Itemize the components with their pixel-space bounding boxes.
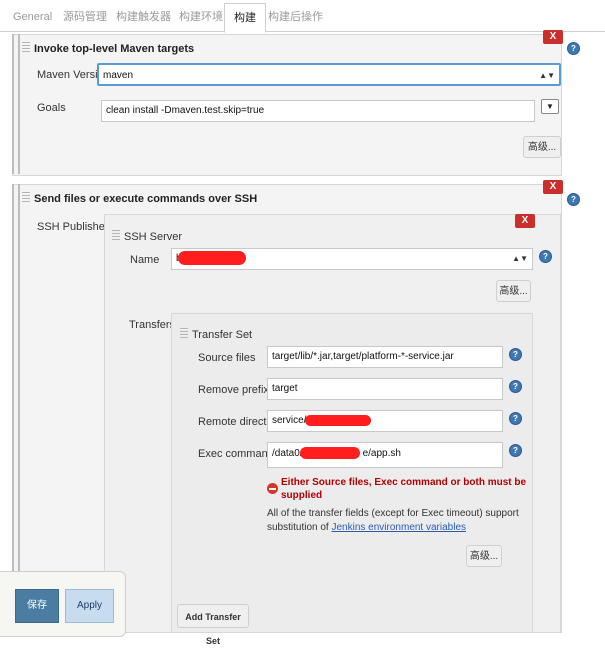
ssh-step-title: Send files or execute commands over SSH bbox=[34, 193, 258, 205]
goals-input[interactable]: clean install -Dmaven.test.skip=true bbox=[101, 100, 535, 122]
transfer-set-title: Transfer Set bbox=[192, 329, 253, 341]
section-bar bbox=[12, 184, 20, 631]
remote-directory-input[interactable]: service/platfo bbox=[267, 410, 503, 432]
ssh-server-title: SSH Server bbox=[124, 231, 183, 243]
drag-handle-icon[interactable] bbox=[112, 230, 120, 242]
delete-maven-step-button[interactable]: X bbox=[543, 30, 563, 44]
source-files-label: Source files bbox=[198, 352, 256, 364]
question-mark-help-icon[interactable]: ? bbox=[567, 193, 580, 206]
delete-ssh-step-button[interactable]: X bbox=[543, 180, 563, 194]
drag-handle-icon[interactable] bbox=[22, 192, 30, 204]
question-mark-help-icon[interactable]: ? bbox=[567, 42, 580, 55]
source-files-input[interactable]: target/lib/*.jar,target/platform-*-servi… bbox=[267, 346, 503, 368]
error-minus-icon bbox=[267, 483, 278, 494]
drag-handle-icon[interactable] bbox=[180, 328, 188, 340]
apply-button[interactable]: Apply bbox=[65, 589, 114, 623]
tab-general[interactable]: General bbox=[4, 4, 61, 30]
question-mark-help-icon[interactable]: ? bbox=[539, 250, 552, 263]
select-arrows-icon: ▲▼ bbox=[539, 71, 555, 80]
section-bar bbox=[12, 34, 20, 174]
tab-post-build[interactable]: 构建后操作 bbox=[259, 4, 332, 30]
delete-ssh-server-button[interactable]: X bbox=[515, 214, 535, 228]
remove-prefix-label: Remove prefix bbox=[198, 384, 269, 396]
redaction-mark bbox=[300, 447, 360, 459]
tab-build-environment[interactable]: 构建环境 bbox=[170, 4, 232, 30]
transfer-note-line1: All of the transfer fields (except for E… bbox=[267, 508, 519, 519]
ssh-publishers-label: SSH Publishers bbox=[37, 221, 115, 233]
expand-goals-button[interactable]: ▼ bbox=[541, 99, 559, 114]
select-arrows-icon: ▲▼ bbox=[512, 254, 528, 263]
question-mark-help-icon[interactable]: ? bbox=[509, 412, 522, 425]
redaction-mark bbox=[178, 251, 246, 265]
exec-command-prefix: /data0/ bbox=[272, 448, 303, 459]
transfers-label: Transfers bbox=[129, 319, 176, 331]
validation-error-line2: supplied bbox=[281, 490, 323, 501]
maven-step-title: Invoke top-level Maven targets bbox=[34, 43, 195, 55]
question-mark-help-icon[interactable]: ? bbox=[509, 348, 522, 361]
question-mark-help-icon[interactable]: ? bbox=[509, 380, 522, 393]
add-transfer-set-button[interactable]: Add Transfer Set bbox=[177, 604, 249, 646]
transfer-note-prefix: substitution of bbox=[267, 522, 329, 533]
maven-advanced-button[interactable]: 高级... bbox=[523, 136, 561, 158]
transfer-advanced-button[interactable]: 高级... bbox=[466, 545, 502, 567]
transfer-note-line2: substitution of Jenkins environment vari… bbox=[267, 521, 466, 535]
exec-command-label: Exec command bbox=[198, 448, 274, 460]
jenkins-env-vars-link[interactable]: Jenkins environment variables bbox=[332, 522, 467, 533]
exec-command-suffix: e/app.sh bbox=[362, 448, 401, 459]
server-advanced-button[interactable]: 高级... bbox=[496, 280, 531, 302]
remove-prefix-input[interactable]: target bbox=[267, 378, 503, 400]
drag-handle-icon[interactable] bbox=[22, 42, 30, 54]
question-mark-help-icon[interactable]: ? bbox=[509, 444, 522, 457]
redaction-mark bbox=[305, 415, 371, 426]
goals-label: Goals bbox=[37, 102, 66, 114]
validation-error-line1: Either Source files, Exec command or bot… bbox=[281, 477, 527, 488]
server-name-label: Name bbox=[130, 254, 160, 266]
maven-version-value: maven bbox=[103, 70, 134, 81]
save-button[interactable]: 保存 bbox=[15, 589, 59, 623]
maven-version-select[interactable]: maven ▲▼ bbox=[97, 63, 561, 86]
